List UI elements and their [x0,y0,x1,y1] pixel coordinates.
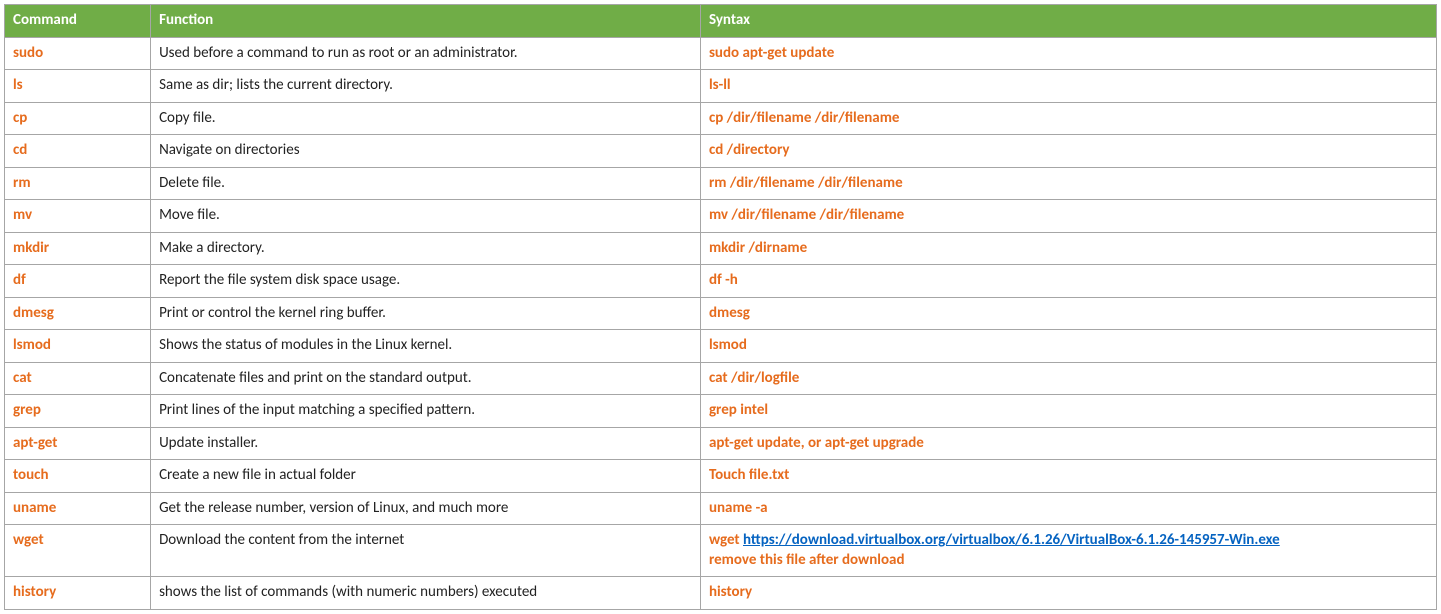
table-header-row: Command Function Syntax [5,5,1437,38]
syntax-cell: sudo apt-get update [700,37,1436,70]
syntax-cell: history [700,577,1436,610]
function-cell: Shows the status of modules in the Linux… [151,330,701,363]
function-cell: Move file. [151,200,701,233]
syntax-prefix: wget [709,531,743,549]
function-cell: Navigate on directories [151,135,701,168]
syntax-cell: cat /dir/logfile [700,362,1436,395]
syntax-cell: cd /directory [700,135,1436,168]
syntax-cell: rm /dir/filename /dir/filename [700,167,1436,200]
table-row: lsSame as dir; lists the current directo… [5,70,1437,103]
table-row: mkdirMake a directory.mkdir /dirname [5,232,1437,265]
header-syntax: Syntax [700,5,1436,38]
syntax-cell: uname -a [700,492,1436,525]
syntax-cell: mkdir /dirname [700,232,1436,265]
command-cell: rm [5,167,151,200]
syntax-link[interactable]: https://download.virtualbox.org/virtualb… [743,531,1280,549]
command-cell: touch [5,460,151,493]
syntax-cell: ls-ll [700,70,1436,103]
command-cell: dmesg [5,297,151,330]
table-row: historyshows the list of commands (with … [5,577,1437,610]
syntax-cell: mv /dir/filename /dir/filename [700,200,1436,233]
table-row: grepPrint lines of the input matching a … [5,395,1437,428]
function-cell: Copy file. [151,102,701,135]
table-row: cdNavigate on directoriescd /directory [5,135,1437,168]
function-cell: Same as dir; lists the current directory… [151,70,701,103]
function-cell: Report the file system disk space usage. [151,265,701,298]
table-row: catConcatenate files and print on the st… [5,362,1437,395]
syntax-cell: lsmod [700,330,1436,363]
syntax-cell: cp /dir/filename /dir/filename [700,102,1436,135]
syntax-cell: wget https://download.virtualbox.org/vir… [700,525,1436,577]
table-row: sudoUsed before a command to run as root… [5,37,1437,70]
command-cell: df [5,265,151,298]
command-cell: mkdir [5,232,151,265]
syntax-extra-note: remove this file after download [709,551,1428,571]
table-row: lsmodShows the status of modules in the … [5,330,1437,363]
command-cell: mv [5,200,151,233]
table-row: unameGet the release number, version of … [5,492,1437,525]
command-cell: lsmod [5,330,151,363]
syntax-cell: Touch file.txt [700,460,1436,493]
table-row: wgetDownload the content from the intern… [5,525,1437,577]
function-cell: Delete file. [151,167,701,200]
table-row: touchCreate a new file in actual folderT… [5,460,1437,493]
function-cell: Print or control the kernel ring buffer. [151,297,701,330]
command-cell: cd [5,135,151,168]
function-cell: Download the content from the internet [151,525,701,577]
command-cell: history [5,577,151,610]
syntax-cell: dmesg [700,297,1436,330]
function-cell: Concatenate files and print on the stand… [151,362,701,395]
table-row: apt-getUpdate installer.apt-get update, … [5,427,1437,460]
function-cell: Used before a command to run as root or … [151,37,701,70]
syntax-cell: apt-get update, or apt-get upgrade [700,427,1436,460]
syntax-cell: grep intel [700,395,1436,428]
command-cell: sudo [5,37,151,70]
function-cell: shows the list of commands (with numeric… [151,577,701,610]
table-row: cpCopy file.cp /dir/filename /dir/filena… [5,102,1437,135]
table-row: mvMove file.mv /dir/filename /dir/filena… [5,200,1437,233]
table-row: rmDelete file.rm /dir/filename /dir/file… [5,167,1437,200]
syntax-cell: df -h [700,265,1436,298]
header-command: Command [5,5,151,38]
command-cell: ls [5,70,151,103]
command-cell: cp [5,102,151,135]
table-row: dfReport the file system disk space usag… [5,265,1437,298]
header-function: Function [151,5,701,38]
linux-commands-table: Command Function Syntax sudoUsed before … [4,4,1437,610]
command-cell: uname [5,492,151,525]
command-cell: wget [5,525,151,577]
function-cell: Update installer. [151,427,701,460]
command-cell: cat [5,362,151,395]
command-cell: grep [5,395,151,428]
function-cell: Make a directory. [151,232,701,265]
function-cell: Print lines of the input matching a spec… [151,395,701,428]
table-row: dmesgPrint or control the kernel ring bu… [5,297,1437,330]
command-cell: apt-get [5,427,151,460]
function-cell: Get the release number, version of Linux… [151,492,701,525]
function-cell: Create a new file in actual folder [151,460,701,493]
